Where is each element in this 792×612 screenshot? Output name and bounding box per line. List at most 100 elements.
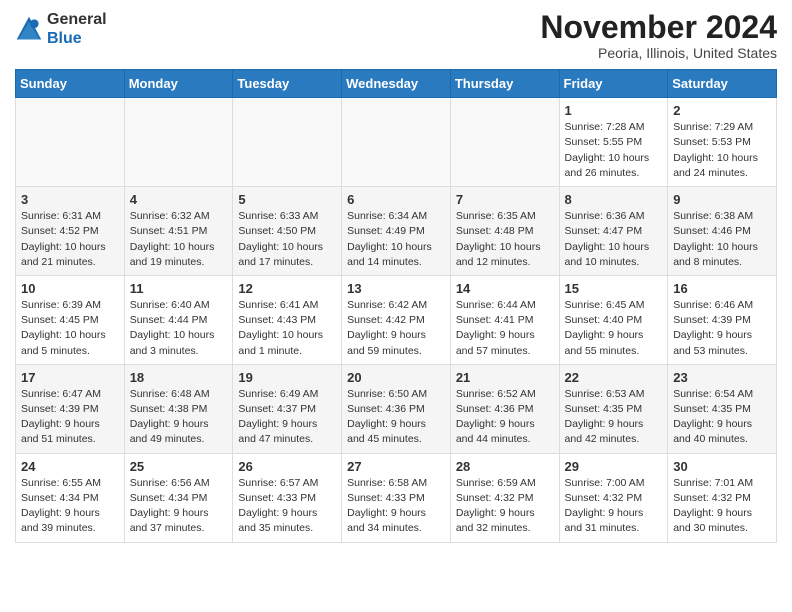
day-info-23: Sunrise: 6:54 AM Sunset: 4:35 PM Dayligh…	[673, 387, 771, 448]
cell-w4-d1: 25Sunrise: 6:56 AM Sunset: 4:34 PM Dayli…	[124, 453, 233, 542]
day-num-26: 26	[238, 459, 336, 474]
cell-w4-d6: 30Sunrise: 7:01 AM Sunset: 4:32 PM Dayli…	[668, 453, 777, 542]
day-info-8: Sunrise: 6:36 AM Sunset: 4:47 PM Dayligh…	[565, 209, 663, 270]
week-row-3: 17 Sunrise: 6:47 AM Sunset: 4:39 PM Dayli…	[16, 364, 777, 453]
day-num-27: 27	[347, 459, 445, 474]
day-info-3: Sunrise: 6:31 AM Sunset: 4:52 PM Dayligh…	[21, 209, 119, 270]
day-info-9: Sunrise: 6:38 AM Sunset: 4:46 PM Dayligh…	[673, 209, 771, 270]
week-row-1: 3Sunrise: 6:31 AM Sunset: 4:52 PM Daylig…	[16, 187, 777, 276]
cell-w0-d0	[16, 98, 125, 187]
cell-w1-d5: 8 Sunrise: 6:36 AM Sunset: 4:47 PM Daylig…	[559, 187, 668, 276]
cell-w0-d3	[342, 98, 451, 187]
cell-w4-d4: 28Sunrise: 6:59 AM Sunset: 4:32 PM Dayli…	[450, 453, 559, 542]
week-row-4: 24Sunrise: 6:55 AM Sunset: 4:34 PM Dayli…	[16, 453, 777, 542]
cell-w1-d4: 7 Sunrise: 6:35 AM Sunset: 4:48 PM Daylig…	[450, 187, 559, 276]
day-num-1: 1	[565, 103, 663, 118]
day-num-5: 5	[238, 192, 336, 207]
header-tuesday: Tuesday	[233, 70, 342, 98]
day-info-1: Sunrise: 7:28 AM Sunset: 5:55 PM Dayligh…	[565, 120, 663, 181]
day-info-18: Sunrise: 6:48 AM Sunset: 4:38 PM Dayligh…	[130, 387, 228, 448]
week-row-0: 1 Sunrise: 7:28 AM Sunset: 5:55 PM Daylig…	[16, 98, 777, 187]
cell-w2-d6: 16Sunrise: 6:46 AM Sunset: 4:39 PM Dayli…	[668, 275, 777, 364]
header: General Blue November 2024 Peoria, Illin…	[15, 10, 777, 61]
day-info-30: Sunrise: 7:01 AM Sunset: 4:32 PM Dayligh…	[673, 476, 771, 537]
day-num-29: 29	[565, 459, 663, 474]
header-sunday: Sunday	[16, 70, 125, 98]
day-num-16: 16	[673, 281, 771, 296]
cell-w1-d3: 6 Sunrise: 6:34 AM Sunset: 4:49 PM Daylig…	[342, 187, 451, 276]
day-num-2: 2	[673, 103, 771, 118]
page: General Blue November 2024 Peoria, Illin…	[0, 0, 792, 558]
header-thursday: Thursday	[450, 70, 559, 98]
logo-general-text: General	[47, 11, 107, 28]
day-num-12: 12	[238, 281, 336, 296]
cell-w2-d5: 15Sunrise: 6:45 AM Sunset: 4:40 PM Dayli…	[559, 275, 668, 364]
cell-w3-d5: 22Sunrise: 6:53 AM Sunset: 4:35 PM Dayli…	[559, 364, 668, 453]
title-block: November 2024 Peoria, Illinois, United S…	[540, 10, 777, 61]
cell-w3-d4: 21 Sunrise: 6:52 AM Sunset: 4:36 PM Dayli…	[450, 364, 559, 453]
calendar: Sunday Monday Tuesday Wednesday Thursday…	[15, 69, 777, 542]
day-info-7: Sunrise: 6:35 AM Sunset: 4:48 PM Dayligh…	[456, 209, 554, 270]
cell-w3-d3: 20 Sunrise: 6:50 AM Sunset: 4:36 PM Dayli…	[342, 364, 451, 453]
day-info-29: Sunrise: 7:00 AM Sunset: 4:32 PM Dayligh…	[565, 476, 663, 537]
day-info-28: Sunrise: 6:59 AM Sunset: 4:32 PM Dayligh…	[456, 476, 554, 537]
day-num-20: 20	[347, 370, 445, 385]
day-num-14: 14	[456, 281, 554, 296]
cell-w2-d0: 10 Sunrise: 6:39 AM Sunset: 4:45 PM Dayli…	[16, 275, 125, 364]
cell-w1-d0: 3Sunrise: 6:31 AM Sunset: 4:52 PM Daylig…	[16, 187, 125, 276]
cell-w0-d4	[450, 98, 559, 187]
calendar-body: 1 Sunrise: 7:28 AM Sunset: 5:55 PM Daylig…	[16, 98, 777, 542]
day-info-5: Sunrise: 6:33 AM Sunset: 4:50 PM Dayligh…	[238, 209, 336, 270]
day-num-6: 6	[347, 192, 445, 207]
day-info-2: Sunrise: 7:29 AM Sunset: 5:53 PM Dayligh…	[673, 120, 771, 181]
cell-w4-d3: 27 Sunrise: 6:58 AM Sunset: 4:33 PM Dayli…	[342, 453, 451, 542]
day-info-6: Sunrise: 6:34 AM Sunset: 4:49 PM Dayligh…	[347, 209, 445, 270]
cell-w2-d4: 14 Sunrise: 6:44 AM Sunset: 4:41 PM Dayli…	[450, 275, 559, 364]
month-title: November 2024	[540, 10, 777, 45]
location: Peoria, Illinois, United States	[540, 45, 777, 61]
day-num-13: 13	[347, 281, 445, 296]
cell-w1-d6: 9 Sunrise: 6:38 AM Sunset: 4:46 PM Daylig…	[668, 187, 777, 276]
cell-w4-d2: 26 Sunrise: 6:57 AM Sunset: 4:33 PM Dayli…	[233, 453, 342, 542]
header-monday: Monday	[124, 70, 233, 98]
day-num-17: 17	[21, 370, 119, 385]
day-num-4: 4	[130, 192, 228, 207]
weekday-header-row: Sunday Monday Tuesday Wednesday Thursday…	[16, 70, 777, 98]
cell-w4-d0: 24Sunrise: 6:55 AM Sunset: 4:34 PM Dayli…	[16, 453, 125, 542]
cell-w0-d2	[233, 98, 342, 187]
day-info-24: Sunrise: 6:55 AM Sunset: 4:34 PM Dayligh…	[21, 476, 119, 537]
day-num-23: 23	[673, 370, 771, 385]
header-wednesday: Wednesday	[342, 70, 451, 98]
day-info-27: Sunrise: 6:58 AM Sunset: 4:33 PM Dayligh…	[347, 476, 445, 537]
day-info-20: Sunrise: 6:50 AM Sunset: 4:36 PM Dayligh…	[347, 387, 445, 448]
cell-w2-d1: 11Sunrise: 6:40 AM Sunset: 4:44 PM Dayli…	[124, 275, 233, 364]
logo-blue-text: Blue	[47, 30, 82, 47]
logo-icon	[15, 15, 43, 43]
logo: General Blue	[15, 10, 107, 48]
day-info-17: Sunrise: 6:47 AM Sunset: 4:39 PM Dayligh…	[21, 387, 119, 448]
week-row-2: 10 Sunrise: 6:39 AM Sunset: 4:45 PM Dayli…	[16, 275, 777, 364]
day-info-21: Sunrise: 6:52 AM Sunset: 4:36 PM Dayligh…	[456, 387, 554, 448]
day-info-13: Sunrise: 6:42 AM Sunset: 4:42 PM Dayligh…	[347, 298, 445, 359]
cell-w3-d6: 23 Sunrise: 6:54 AM Sunset: 4:35 PM Dayli…	[668, 364, 777, 453]
day-info-22: Sunrise: 6:53 AM Sunset: 4:35 PM Dayligh…	[565, 387, 663, 448]
day-num-10: 10	[21, 281, 119, 296]
day-num-21: 21	[456, 370, 554, 385]
cell-w3-d1: 18Sunrise: 6:48 AM Sunset: 4:38 PM Dayli…	[124, 364, 233, 453]
day-num-9: 9	[673, 192, 771, 207]
day-info-25: Sunrise: 6:56 AM Sunset: 4:34 PM Dayligh…	[130, 476, 228, 537]
day-num-8: 8	[565, 192, 663, 207]
day-num-19: 19	[238, 370, 336, 385]
day-num-15: 15	[565, 281, 663, 296]
cell-w0-d1	[124, 98, 233, 187]
calendar-header: Sunday Monday Tuesday Wednesday Thursday…	[16, 70, 777, 98]
day-num-11: 11	[130, 281, 228, 296]
cell-w0-d6: 2 Sunrise: 7:29 AM Sunset: 5:53 PM Daylig…	[668, 98, 777, 187]
day-info-14: Sunrise: 6:44 AM Sunset: 4:41 PM Dayligh…	[456, 298, 554, 359]
day-info-19: Sunrise: 6:49 AM Sunset: 4:37 PM Dayligh…	[238, 387, 336, 448]
cell-w4-d5: 29 Sunrise: 7:00 AM Sunset: 4:32 PM Dayli…	[559, 453, 668, 542]
day-info-10: Sunrise: 6:39 AM Sunset: 4:45 PM Dayligh…	[21, 298, 119, 359]
cell-w2-d2: 12Sunrise: 6:41 AM Sunset: 4:43 PM Dayli…	[233, 275, 342, 364]
day-info-26: Sunrise: 6:57 AM Sunset: 4:33 PM Dayligh…	[238, 476, 336, 537]
day-num-7: 7	[456, 192, 554, 207]
